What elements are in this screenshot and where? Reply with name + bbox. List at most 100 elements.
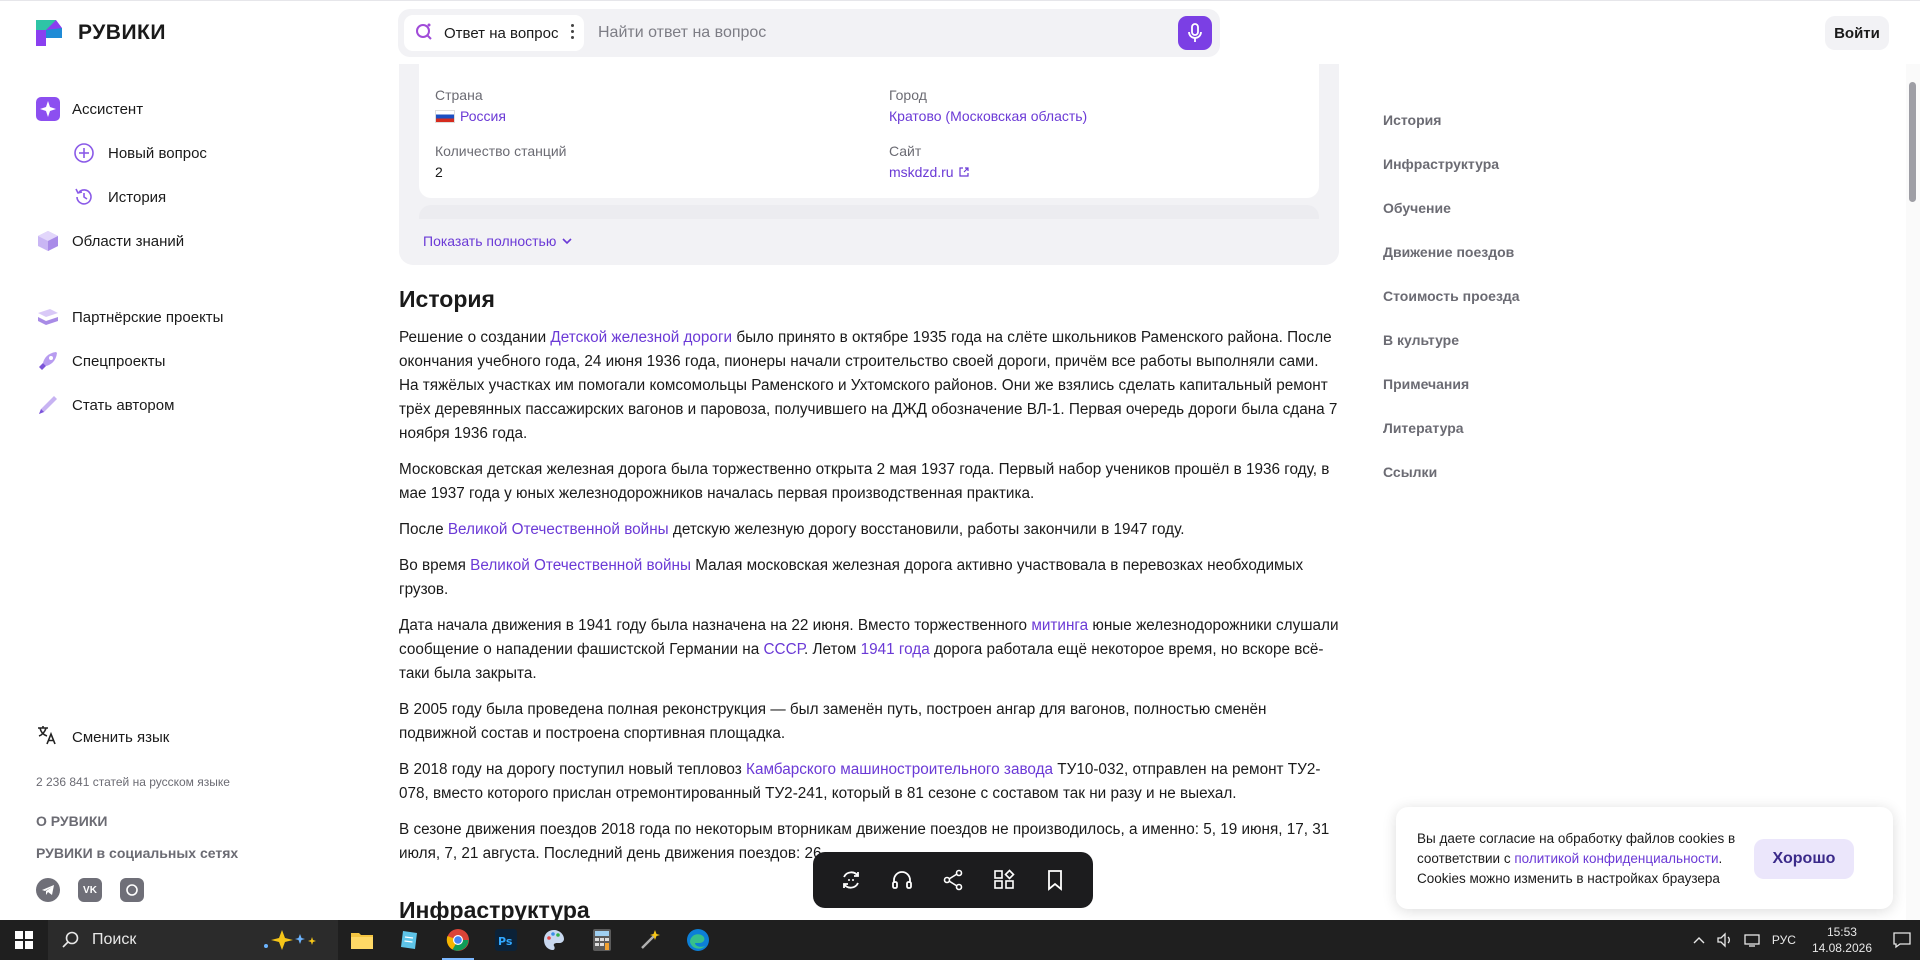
top-divider: [0, 0, 1920, 1]
toc-item[interactable]: Ссылки: [1383, 464, 1520, 508]
sidebar-item-assistant[interactable]: Ассистент: [36, 97, 143, 121]
sidebar-item-label: История: [108, 188, 167, 206]
magic-wand-icon[interactable]: [626, 920, 674, 960]
paragraph: Во время Великой Отечественной войны Мал…: [399, 557, 1304, 598]
refresh-icon[interactable]: [833, 862, 869, 898]
windows-logo-icon: [15, 931, 33, 949]
city-label: Город: [889, 87, 927, 103]
toc-item[interactable]: В культуре: [1383, 332, 1520, 376]
logo-link[interactable]: РУВИКИ: [32, 16, 166, 50]
site-link[interactable]: mskdzd.ru: [889, 164, 954, 180]
clock-time: 15:53: [1826, 925, 1857, 939]
sidebar-item-label: Стать автором: [72, 396, 175, 414]
clock[interactable]: 15:53 14.08.2026: [1812, 924, 1872, 956]
sparkles-icon: [264, 930, 316, 950]
inline-link[interactable]: Камбарского машиностроительного завода: [746, 761, 1053, 778]
windows-start-button[interactable]: [0, 920, 48, 960]
toc-item[interactable]: Обучение: [1383, 200, 1520, 244]
paragraph: В 2018 году на дорогу поступил новый теп…: [399, 761, 1321, 802]
notepad-icon[interactable]: [386, 920, 434, 960]
assistant-search-icon: [414, 21, 434, 45]
inline-link[interactable]: СССР: [764, 641, 804, 658]
cube-icon: [36, 229, 60, 253]
paragraph: Московская детская железная дорога была …: [399, 461, 1330, 502]
privacy-policy-link[interactable]: политикой конфиденциальности: [1514, 851, 1718, 866]
search-input[interactable]: [598, 15, 1158, 51]
toc-item[interactable]: Стоимость проезда: [1383, 288, 1520, 332]
sidebar-item-partner-projects[interactable]: Партнёрские проекты: [36, 305, 223, 329]
inline-link[interactable]: Детской железной дороги: [550, 329, 732, 346]
stations-value: 2: [435, 164, 443, 180]
inline-link[interactable]: Великой Отечественной войны: [470, 557, 691, 574]
country-field: Страна Россия: [435, 87, 506, 124]
paint-icon[interactable]: [530, 920, 578, 960]
search-bar: Ответ на вопрос: [398, 9, 1220, 57]
taskbar-search-label: Поиск: [92, 931, 137, 948]
taskbar-search[interactable]: Поиск: [48, 920, 338, 960]
paragraph: Решение о создании Детской железной доро…: [399, 329, 1338, 442]
network-icon[interactable]: [1744, 932, 1762, 948]
chevron-up-icon[interactable]: [1692, 935, 1706, 945]
telegram-icon[interactable]: [36, 878, 60, 902]
cookie-accept-button[interactable]: Хорошо: [1754, 839, 1854, 879]
notification-icon[interactable]: [1892, 931, 1912, 949]
infobox-fade: [419, 205, 1319, 219]
external-link-icon: [958, 167, 969, 177]
headphones-icon[interactable]: [884, 862, 920, 898]
inline-link[interactable]: Великой Отечественной войны: [448, 521, 669, 538]
show-more-button[interactable]: Показать полностью: [423, 233, 572, 249]
search-icon: [62, 931, 79, 948]
dzen-icon[interactable]: [120, 878, 144, 902]
toc-item[interactable]: История: [1383, 112, 1520, 156]
search-mode-select[interactable]: Ответ на вопрос: [404, 15, 584, 51]
chevron-down-icon: [562, 238, 572, 245]
system-tray: РУС 15:53 14.08.2026: [1692, 920, 1920, 960]
sidebar-item-new-question[interactable]: Новый вопрос: [72, 141, 207, 165]
logo-text: РУВИКИ: [78, 21, 166, 44]
scrollbar-thumb[interactable]: [1909, 82, 1916, 202]
toc-item[interactable]: Литература: [1383, 420, 1520, 464]
city-link[interactable]: Кратово (Московская область): [889, 108, 1087, 124]
sidebar-item-knowledge-areas[interactable]: Области знаний: [36, 229, 184, 253]
layers-icon: [36, 305, 60, 329]
login-button[interactable]: Войти: [1825, 16, 1889, 50]
toc-item[interactable]: Инфраструктура: [1383, 156, 1520, 200]
cookie-banner: Вы даете согласие на обработку файлов co…: [1396, 807, 1893, 909]
cookie-text: Вы даете согласие на обработку файлов co…: [1417, 831, 1736, 886]
inline-link[interactable]: 1941 года: [861, 641, 930, 658]
share-icon[interactable]: [935, 862, 971, 898]
file-explorer-icon[interactable]: [338, 920, 386, 960]
article-count: 2 236 841 статей на русском языке: [36, 775, 230, 789]
sidebar-item-label: Партнёрские проекты: [72, 308, 224, 326]
paragraph: Дата начала движения в 1941 году была на…: [399, 617, 1339, 682]
sidebar-item-special-projects[interactable]: Спецпроекты: [36, 349, 165, 373]
about-link[interactable]: О РУВИКИ: [36, 813, 107, 829]
toc-item[interactable]: Примечания: [1383, 376, 1520, 420]
chrome-icon[interactable]: [434, 920, 482, 960]
sidebar-item-label: Ассистент: [72, 100, 144, 118]
volume-icon[interactable]: [1716, 932, 1734, 948]
change-language-button[interactable]: Сменить язык: [36, 724, 169, 750]
windows-taskbar: Поиск Ps РУС 15:53 14.08.2026: [0, 920, 1920, 960]
sidebar: Ассистент Новый вопрос История Области з…: [0, 64, 360, 920]
infobox-card: Страна Россия Город Кратово (Московская …: [419, 64, 1319, 198]
pen-icon: [36, 393, 60, 417]
site-field: Сайт mskdzd.ru: [889, 143, 969, 180]
more-vertical-icon: [571, 24, 574, 39]
bookmark-icon[interactable]: [1037, 862, 1073, 898]
city-field: Город Кратово (Московская область): [889, 87, 1087, 124]
photoshop-icon[interactable]: Ps: [482, 920, 530, 960]
sidebar-item-become-author[interactable]: Стать автором: [36, 393, 174, 417]
history-icon: [72, 185, 96, 209]
toc-item[interactable]: Движение поездов: [1383, 244, 1520, 288]
keyboard-language[interactable]: РУС: [1772, 933, 1796, 947]
vk-icon[interactable]: VK: [78, 878, 102, 902]
widgets-icon[interactable]: [986, 862, 1022, 898]
sidebar-item-label: Новый вопрос: [108, 144, 207, 162]
calculator-icon[interactable]: [578, 920, 626, 960]
inline-link[interactable]: митинга: [1031, 617, 1088, 634]
sidebar-item-history[interactable]: История: [72, 185, 166, 209]
voice-search-button[interactable]: [1178, 16, 1212, 50]
country-link[interactable]: Россия: [460, 108, 506, 124]
edge-icon[interactable]: [674, 920, 722, 960]
